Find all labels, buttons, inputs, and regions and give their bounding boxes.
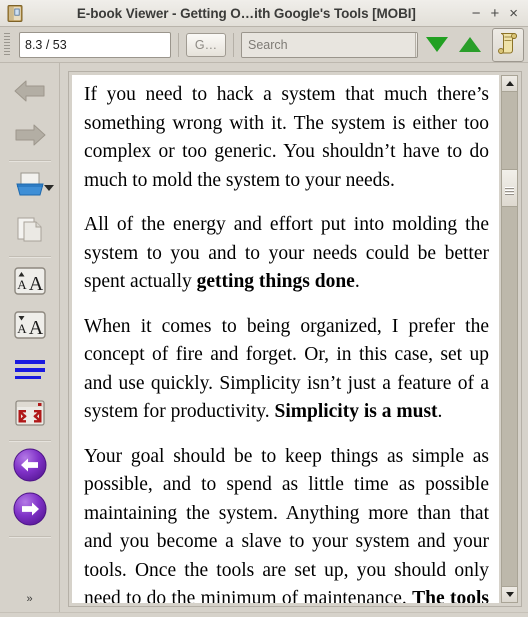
sidebar-item-font-larger[interactable]: A A [7,261,53,305]
go-button[interactable]: G… [186,32,226,57]
sidebar-item-open-book[interactable] [7,165,54,209]
copy-pages-icon [14,214,46,249]
scroll-track[interactable] [501,91,518,587]
book-paragraph: Your goal should be to keep things as si… [84,443,489,604]
arrow-right-icon [12,121,48,149]
window-bottom-edge [0,612,528,617]
sidebar-item-back[interactable] [7,69,53,113]
sidebar-divider [8,256,51,258]
sidebar-item-toc[interactable] [7,349,53,393]
window-title: E-book Viewer - Getting O…ith Google's T… [76,5,416,21]
body-text: . [437,401,443,422]
sidebar-item-next-page[interactable] [7,489,53,533]
svg-text:A: A [28,273,43,295]
search-combobox[interactable] [241,31,418,58]
sidebar-divider [8,440,51,442]
minimize-button[interactable]: − [472,6,481,21]
book-paragraph: All of the energy and effort put into mo… [84,211,489,297]
book-paragraph: If you need to hack a system that much t… [84,81,489,195]
book-icon [6,4,25,23]
ebook-viewer-window: E-book Viewer - Getting O…ith Google's T… [0,0,528,617]
search-input[interactable] [242,32,415,57]
body-text: If you need to hack a system that much t… [84,84,489,191]
chevron-down-icon[interactable] [43,185,54,191]
circle-arrow-right-icon [11,490,49,533]
triangle-down-icon [426,37,448,52]
font-decrease-icon: A A [13,310,47,345]
emphasis-text: Simplicity is a must [274,401,438,422]
content-area: A A A A » If you need to hack a system t… [0,63,528,617]
arrow-left-icon [12,77,48,105]
position-input[interactable] [20,32,170,57]
title-bar: E-book Viewer - Getting O…ith Google's T… [0,0,528,27]
open-folder-icon [13,170,47,205]
sidebar-overflow-button[interactable]: » [0,594,59,605]
scroll-down-button[interactable] [501,586,518,603]
emphasis-text: getting things done [196,271,355,292]
svg-text:A: A [28,317,43,339]
sidebar-divider [8,160,51,162]
position-spinbox[interactable] [19,31,171,58]
triangle-up-icon [459,37,481,52]
reader-frame: If you need to hack a system that much t… [68,71,522,607]
sidebar-item-font-smaller[interactable]: A A [7,305,53,349]
sidebar-divider [8,536,51,538]
svg-text:A: A [17,277,27,292]
book-page[interactable]: If you need to hack a system that much t… [72,75,499,603]
toolbar-grip[interactable] [4,32,11,57]
sidebar-item-copy[interactable] [7,209,53,253]
fullscreen-icon [14,398,46,433]
body-text: Your goal should be to keep things as si… [84,445,489,604]
circle-arrow-left-icon [11,446,49,489]
scroll-icon [497,30,519,59]
scroll-up-button[interactable] [501,75,518,92]
scroll-thumb[interactable] [501,169,518,207]
paged-mode-button[interactable] [492,27,524,62]
font-increase-icon: A A [13,266,47,301]
sidebar-item-fullscreen[interactable] [7,393,53,437]
toolbar-separator [178,32,179,57]
page-scrollbar[interactable] [501,75,518,603]
close-button[interactable]: × [509,6,518,21]
find-previous-button[interactable] [456,31,484,59]
table-of-contents-icon [13,356,47,387]
reader-pane: If you need to hack a system that much t… [60,63,528,617]
svg-text:A: A [17,321,27,336]
maximize-button[interactable]: + [490,6,499,21]
body-text: . [354,271,360,292]
book-paragraph: When it comes to being organized, I pref… [84,313,489,427]
search-dropdown-button[interactable] [415,32,417,57]
main-toolbar: G… [0,27,528,63]
tool-sidebar: A A A A » [0,63,60,617]
find-next-button[interactable] [423,31,451,59]
sidebar-item-previous-page[interactable] [7,445,53,489]
window-controls: − + × [462,6,522,21]
sidebar-item-forward[interactable] [7,113,53,157]
toolbar-separator [233,32,234,57]
